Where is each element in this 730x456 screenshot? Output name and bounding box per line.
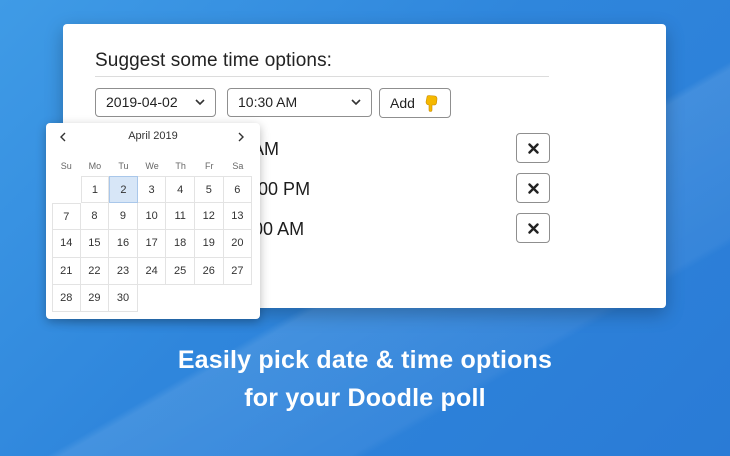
calendar-day[interactable]: 1 — [80, 176, 110, 204]
chevron-down-icon — [195, 99, 205, 106]
time-select[interactable]: 10:30 AM — [227, 88, 372, 117]
date-picker-calendar: April 2019 Su Mo Tu We Th Fr Sa 1 2 3 4 5 6 7 8 9 10 11 1… — [46, 123, 260, 319]
delete-option-button-3[interactable] — [516, 213, 550, 243]
chevron-down-icon — [351, 99, 361, 106]
weekday-label: Tu — [118, 161, 129, 171]
tagline-line-1: Easily pick date & time options — [177, 346, 553, 374]
calendar-day[interactable]: 16 — [109, 230, 138, 258]
calendar-day[interactable]: 14 — [52, 230, 81, 258]
calendar-day[interactable]: 7 — [52, 203, 81, 231]
calendar-day[interactable]: 30 — [109, 284, 138, 312]
card-title: Suggest some time options: — [95, 50, 333, 71]
calendar-day[interactable]: 4 — [166, 176, 195, 204]
calendar-day[interactable]: 13 — [223, 203, 253, 231]
calendar-day[interactable]: 23 — [109, 257, 138, 285]
calendar-day-grid: 1 2 3 4 5 6 7 8 9 10 11 12 13 14 15 16 17 18 19 20 21 22 23 24 2… — [52, 176, 253, 312]
calendar-day[interactable]: 10 — [137, 203, 167, 231]
calendar-day[interactable]: 5 — [194, 176, 224, 204]
calendar-day[interactable]: 27 — [223, 257, 253, 285]
calendar-day[interactable]: 6 — [223, 176, 253, 204]
calendar-day[interactable]: 3 — [137, 176, 167, 204]
calendar-empty-cell — [138, 285, 167, 312]
calendar-week-row: 123456 — [52, 176, 253, 204]
delete-option-button-1[interactable] — [516, 133, 550, 163]
calendar-day[interactable]: 25 — [166, 257, 195, 285]
calendar-day[interactable]: 21 — [52, 257, 81, 285]
calendar-empty-cell — [52, 176, 81, 203]
calendar-day[interactable]: 11 — [166, 203, 195, 231]
pointing-down-hand-icon — [425, 95, 438, 112]
delete-option-button-2[interactable] — [516, 173, 550, 203]
weekday-label: We — [145, 161, 159, 171]
weekday-label: Mo — [88, 161, 102, 171]
calendar-day[interactable]: 15 — [80, 230, 110, 258]
calendar-day[interactable]: 29 — [80, 284, 110, 312]
calendar-empty-cell — [166, 285, 195, 312]
calendar-day[interactable]: 17 — [137, 230, 167, 258]
add-button[interactable]: Add — [379, 88, 451, 118]
calendar-day[interactable]: 28 — [52, 284, 81, 312]
close-icon — [528, 143, 539, 154]
calendar-week-row: 28 29 30 — [52, 284, 253, 312]
calendar-day[interactable]: 26 — [194, 257, 224, 285]
calendar-day[interactable]: 22 — [80, 257, 110, 285]
close-icon — [528, 183, 539, 194]
calendar-day[interactable]: 9 — [109, 203, 138, 231]
calendar-week-row: 7 8 9 10 11 12 13 — [52, 203, 253, 231]
calendar-weekday-header: Su Mo Tu We Th Fr Sa — [52, 161, 252, 171]
weekday-label: Th — [175, 161, 186, 171]
time-value: 10:30 AM — [238, 94, 298, 110]
calendar-day[interactable]: 8 — [80, 203, 110, 231]
calendar-day[interactable]: 24 — [137, 257, 167, 285]
add-button-label: Add — [390, 95, 415, 111]
calendar-day[interactable]: 2 — [109, 176, 138, 204]
calendar-day[interactable]: 18 — [166, 230, 195, 258]
weekday-label: Su — [60, 161, 72, 171]
calendar-empty-cell — [224, 285, 253, 312]
calendar-week-row: 14 15 16 17 18 19 20 — [52, 230, 253, 258]
calendar-week-row: 21 22 23 24 25 26 27 — [52, 257, 253, 285]
calendar-day[interactable]: 12 — [194, 203, 224, 231]
close-icon — [528, 223, 539, 234]
calendar-month-label: April 2019 — [128, 130, 178, 142]
calendar-empty-cell — [195, 285, 224, 312]
date-value: 2019-04-02 — [106, 94, 178, 110]
calendar-day[interactable]: 19 — [194, 230, 224, 258]
calendar-day[interactable]: 20 — [223, 230, 253, 258]
chevron-right-icon[interactable] — [237, 132, 245, 142]
tagline-line-2: for your Doodle poll — [244, 384, 486, 412]
weekday-label: Fr — [205, 161, 214, 171]
title-divider — [95, 76, 549, 77]
date-select[interactable]: 2019-04-02 — [95, 88, 216, 117]
weekday-label: Sa — [232, 161, 244, 171]
